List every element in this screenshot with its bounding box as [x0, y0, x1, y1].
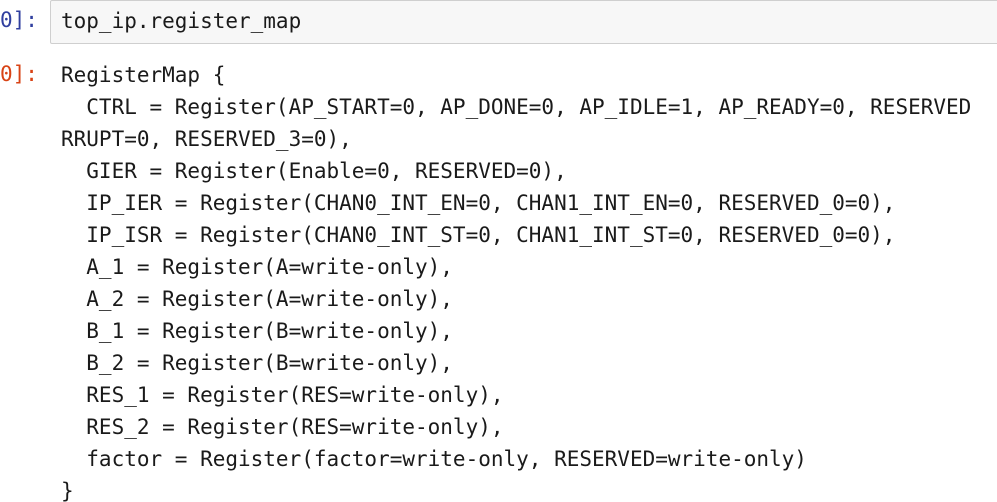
output-line: RES_1 = Register(RES=write-only), [61, 383, 504, 407]
output-line: factor = Register(factor=write-only, RES… [61, 447, 807, 471]
output-line: } [61, 479, 74, 502]
output-line: B_2 = Register(B=write-only), [61, 351, 453, 375]
output-text: RegisterMap { CTRL = Register(AP_START=0… [61, 62, 997, 502]
output-line: GIER = Register(Enable=0, RESERVED=0), [61, 159, 567, 183]
notebook-page: 0]: top_ip.register_map 0]: RegisterMap … [0, 0, 997, 502]
output-line: IP_ISR = Register(CHAN0_INT_ST=0, CHAN1_… [61, 223, 896, 247]
output-line: CTRL = Register(AP_START=0, AP_DONE=0, A… [61, 95, 972, 119]
output-line: RRUPT=0, RESERVED_3=0), [61, 127, 352, 151]
output-line: A_1 = Register(A=write-only), [61, 255, 453, 279]
output-line: B_1 = Register(B=write-only), [61, 319, 453, 343]
code-editor[interactable]: top_ip.register_map [50, 0, 997, 44]
output-prompt: 0]: [0, 62, 38, 86]
output-line: RES_2 = Register(RES=write-only), [61, 415, 504, 439]
output-line: A_2 = Register(A=write-only), [61, 287, 453, 311]
input-cell[interactable]: 0]: top_ip.register_map [0, 0, 997, 46]
output-line: IP_IER = Register(CHAN0_INT_EN=0, CHAN1_… [61, 191, 896, 215]
output-line: RegisterMap { [61, 63, 226, 87]
input-code[interactable]: top_ip.register_map [61, 8, 301, 34]
input-prompt: 0]: [0, 8, 38, 32]
